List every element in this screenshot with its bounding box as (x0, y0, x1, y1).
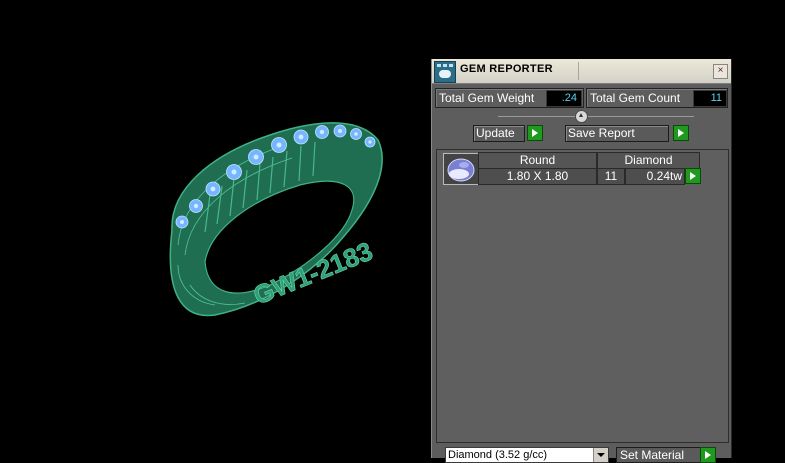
save-report-go-icon[interactable] (673, 125, 689, 141)
total-gem-weight-value: .24 (546, 90, 582, 107)
gem-count: 11 (597, 168, 625, 185)
total-gem-count: Total Gem Count 11 (586, 88, 728, 108)
titlebar[interactable]: GEM REPORTER × (432, 59, 731, 84)
gem-list[interactable]: Round Diamond 1.80 X 1.80 11 0.24tw (436, 149, 729, 443)
gem-reporter-app-icon (434, 61, 456, 83)
gem-size: 1.80 X 1.80 (478, 168, 597, 185)
slider-handle[interactable] (575, 110, 588, 123)
update-go-icon[interactable] (527, 125, 543, 141)
total-gem-weight-label: Total Gem Weight (439, 91, 535, 105)
titlebar-divider (578, 62, 579, 80)
chevron-down-icon[interactable] (593, 448, 608, 462)
set-material-button[interactable]: Set Material (616, 447, 703, 463)
round-gem-icon[interactable] (443, 153, 479, 185)
gem-weight: 0.24tw (625, 168, 685, 185)
update-button[interactable]: Update (473, 125, 525, 142)
gem-row-go-icon[interactable] (685, 168, 701, 184)
set-material-go-icon[interactable] (700, 447, 716, 463)
save-report-button[interactable]: Save Report (565, 125, 669, 142)
gem-reporter-panel: GEM REPORTER × Total Gem Weight .24 Tota… (431, 59, 732, 463)
gem-material: Diamond (597, 152, 700, 169)
material-select[interactable]: Diamond (3.52 g/cc) (445, 447, 609, 463)
close-icon[interactable]: × (713, 64, 728, 79)
material-select-value: Diamond (3.52 g/cc) (448, 449, 548, 461)
total-gem-count-value: 11 (693, 90, 727, 107)
panel-title: GEM REPORTER (460, 63, 553, 75)
slider-track[interactable] (498, 116, 694, 117)
ring-model: GW1-2183 (169, 122, 383, 317)
total-gem-count-label: Total Gem Count (590, 91, 681, 105)
total-gem-weight: Total Gem Weight .24 (435, 88, 584, 108)
3d-viewport[interactable]: GW1-2183 (0, 0, 430, 458)
gem-shape: Round (478, 152, 597, 169)
